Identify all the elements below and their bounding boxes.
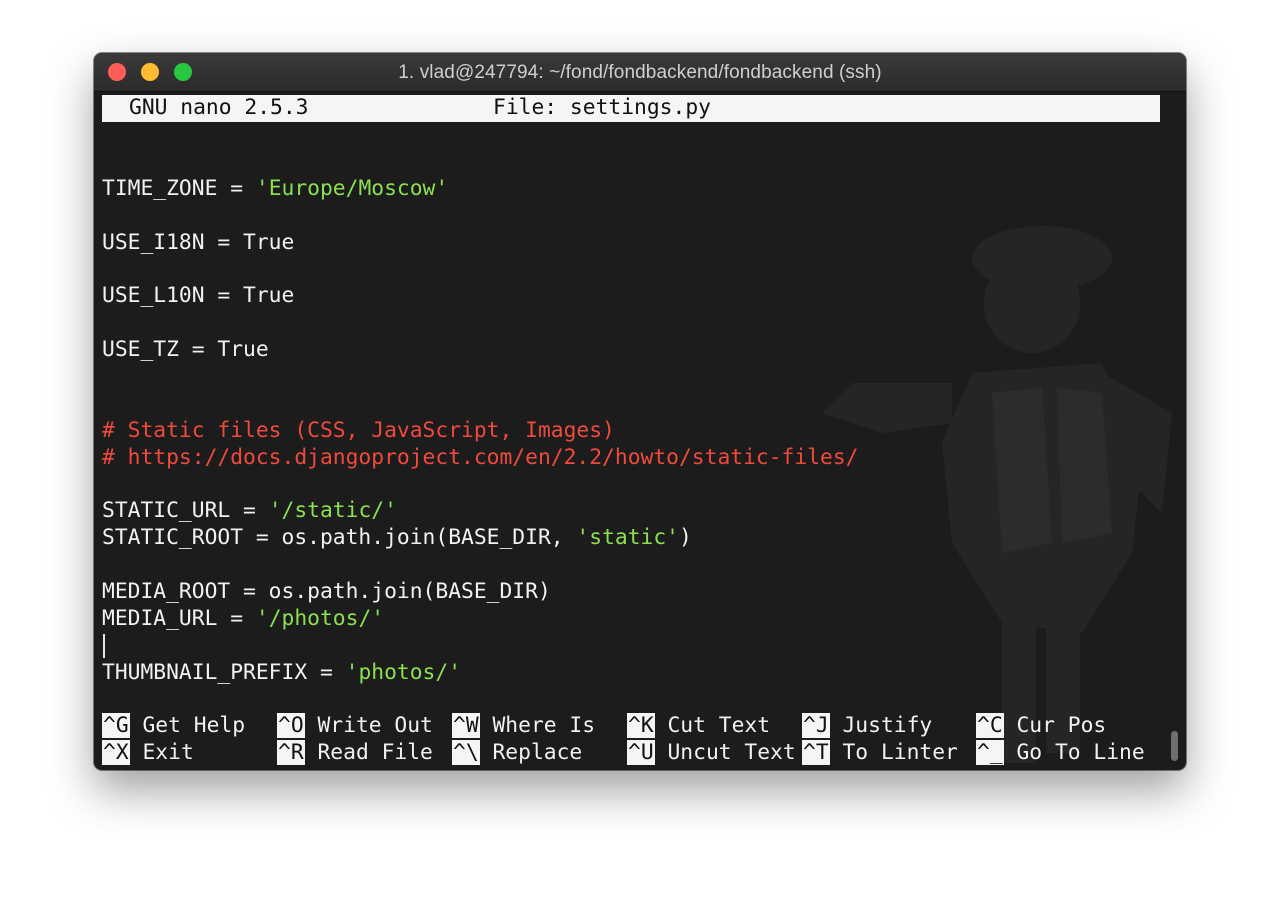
nano-filename: File: settings.py: [493, 95, 711, 120]
shortcut-cur-pos[interactable]: ^C Cur Pos: [976, 713, 1106, 740]
shortcut-cut-text[interactable]: ^K Cut Text: [627, 713, 770, 740]
nano-header-bar: GNU nano 2.5.3 File: settings.py: [102, 95, 1160, 122]
shortcut-label: Get Help: [142, 713, 246, 738]
code-text: STATIC_ROOT = os.path.join(BASE_DIR,: [102, 525, 577, 550]
shortcut-get-help[interactable]: ^G Get Help: [102, 713, 245, 740]
shortcut-label: Go To Line: [1016, 740, 1145, 765]
code-line-media-url: MEDIA_URL = '/photos/': [102, 606, 384, 633]
code-line-media-root: MEDIA_ROOT = os.path.join(BASE_DIR): [102, 579, 551, 604]
background-artwork: [822, 226, 1172, 763]
code-text: TIME_ZONE =: [102, 176, 256, 201]
code-line-use-i18n: USE_I18N = True: [102, 230, 295, 255]
shortcut-key: ^U: [627, 740, 655, 765]
code-comment-docs-url: # https://docs.djangoproject.com/en/2.2/…: [102, 445, 859, 470]
shortcut-label: Cur Pos: [1016, 713, 1107, 738]
shortcut-label: Cut Text: [667, 713, 771, 738]
code-line-use-l10n: USE_L10N = True: [102, 283, 295, 308]
shortcut-key: ^J: [802, 713, 830, 738]
code-text: STATIC_URL =: [102, 498, 269, 523]
shortcut-label: Where Is: [492, 713, 596, 738]
code-string: 'Europe/Moscow': [255, 176, 449, 201]
scrollbar-thumb[interactable]: [1171, 731, 1178, 761]
code-text: MEDIA_URL =: [102, 606, 256, 631]
shortcut-go-to-line[interactable]: ^_ Go To Line: [976, 740, 1145, 767]
shortcut-key: ^W: [452, 713, 480, 738]
shortcut-key: ^X: [102, 740, 130, 765]
shortcut-exit[interactable]: ^X Exit: [102, 740, 194, 767]
shortcut-key: ^R: [277, 740, 305, 765]
shortcut-key: ^K: [627, 713, 655, 738]
shortcut-label: To Linter: [842, 740, 958, 765]
code-line-static-root: STATIC_ROOT = os.path.join(BASE_DIR, 'st…: [102, 525, 692, 552]
shortcut-replace[interactable]: ^\ Replace: [452, 740, 582, 767]
code-text: ): [679, 525, 692, 550]
shortcut-key: ^O: [277, 713, 305, 738]
code-text: THUMBNAIL_PREFIX =: [102, 660, 346, 685]
shortcut-label: Write Out: [317, 713, 433, 738]
window-title: 1. vlad@247794: ~/fond/fondbackend/fondb…: [398, 62, 882, 83]
code-line-thumbnail-prefix: THUMBNAIL_PREFIX = 'photos/': [102, 660, 461, 687]
shortcut-label: Exit: [142, 740, 194, 765]
code-comment-static-files: # Static files (CSS, JavaScript, Images): [102, 418, 615, 443]
code-string: '/photos/': [255, 606, 385, 631]
shortcut-key: ^T: [802, 740, 830, 765]
code-string: 'static': [576, 525, 679, 550]
shortcut-read-file[interactable]: ^R Read File: [277, 740, 433, 767]
shortcut-write-out[interactable]: ^O Write Out: [277, 713, 433, 740]
window-titlebar[interactable]: 1. vlad@247794: ~/fond/fondbackend/fondb…: [94, 53, 1186, 92]
shortcut-key: ^\: [452, 740, 480, 765]
shortcut-label: Justify: [842, 713, 933, 738]
terminal-content[interactable]: GNU nano 2.5.3 File: settings.py TIME_ZO…: [102, 93, 1172, 768]
shortcut-justify[interactable]: ^J Justify: [802, 713, 932, 740]
code-line-static-url: STATIC_URL = '/static/': [102, 498, 397, 525]
nano-version: GNU nano 2.5.3: [129, 95, 309, 120]
code-line-time-zone: TIME_ZONE = 'Europe/Moscow': [102, 176, 448, 203]
shortcut-key: ^C: [976, 713, 1004, 738]
shortcut-key: ^_: [976, 740, 1004, 765]
code-line-use-tz: USE_TZ = True: [102, 337, 269, 362]
code-string: 'photos/': [345, 660, 462, 685]
code-string: '/static/': [268, 498, 397, 523]
shortcut-to-linter[interactable]: ^T To Linter: [802, 740, 958, 767]
terminal-window: 1. vlad@247794: ~/fond/fondbackend/fondb…: [94, 53, 1186, 770]
shortcut-label: Read File: [317, 740, 433, 765]
text-cursor: [103, 634, 105, 658]
shortcut-key: ^G: [102, 713, 130, 738]
shortcut-label: Replace: [492, 740, 583, 765]
shortcut-where-is[interactable]: ^W Where Is: [452, 713, 595, 740]
shortcut-label: Uncut Text: [667, 740, 796, 765]
shortcut-uncut-text[interactable]: ^U Uncut Text: [627, 740, 796, 767]
